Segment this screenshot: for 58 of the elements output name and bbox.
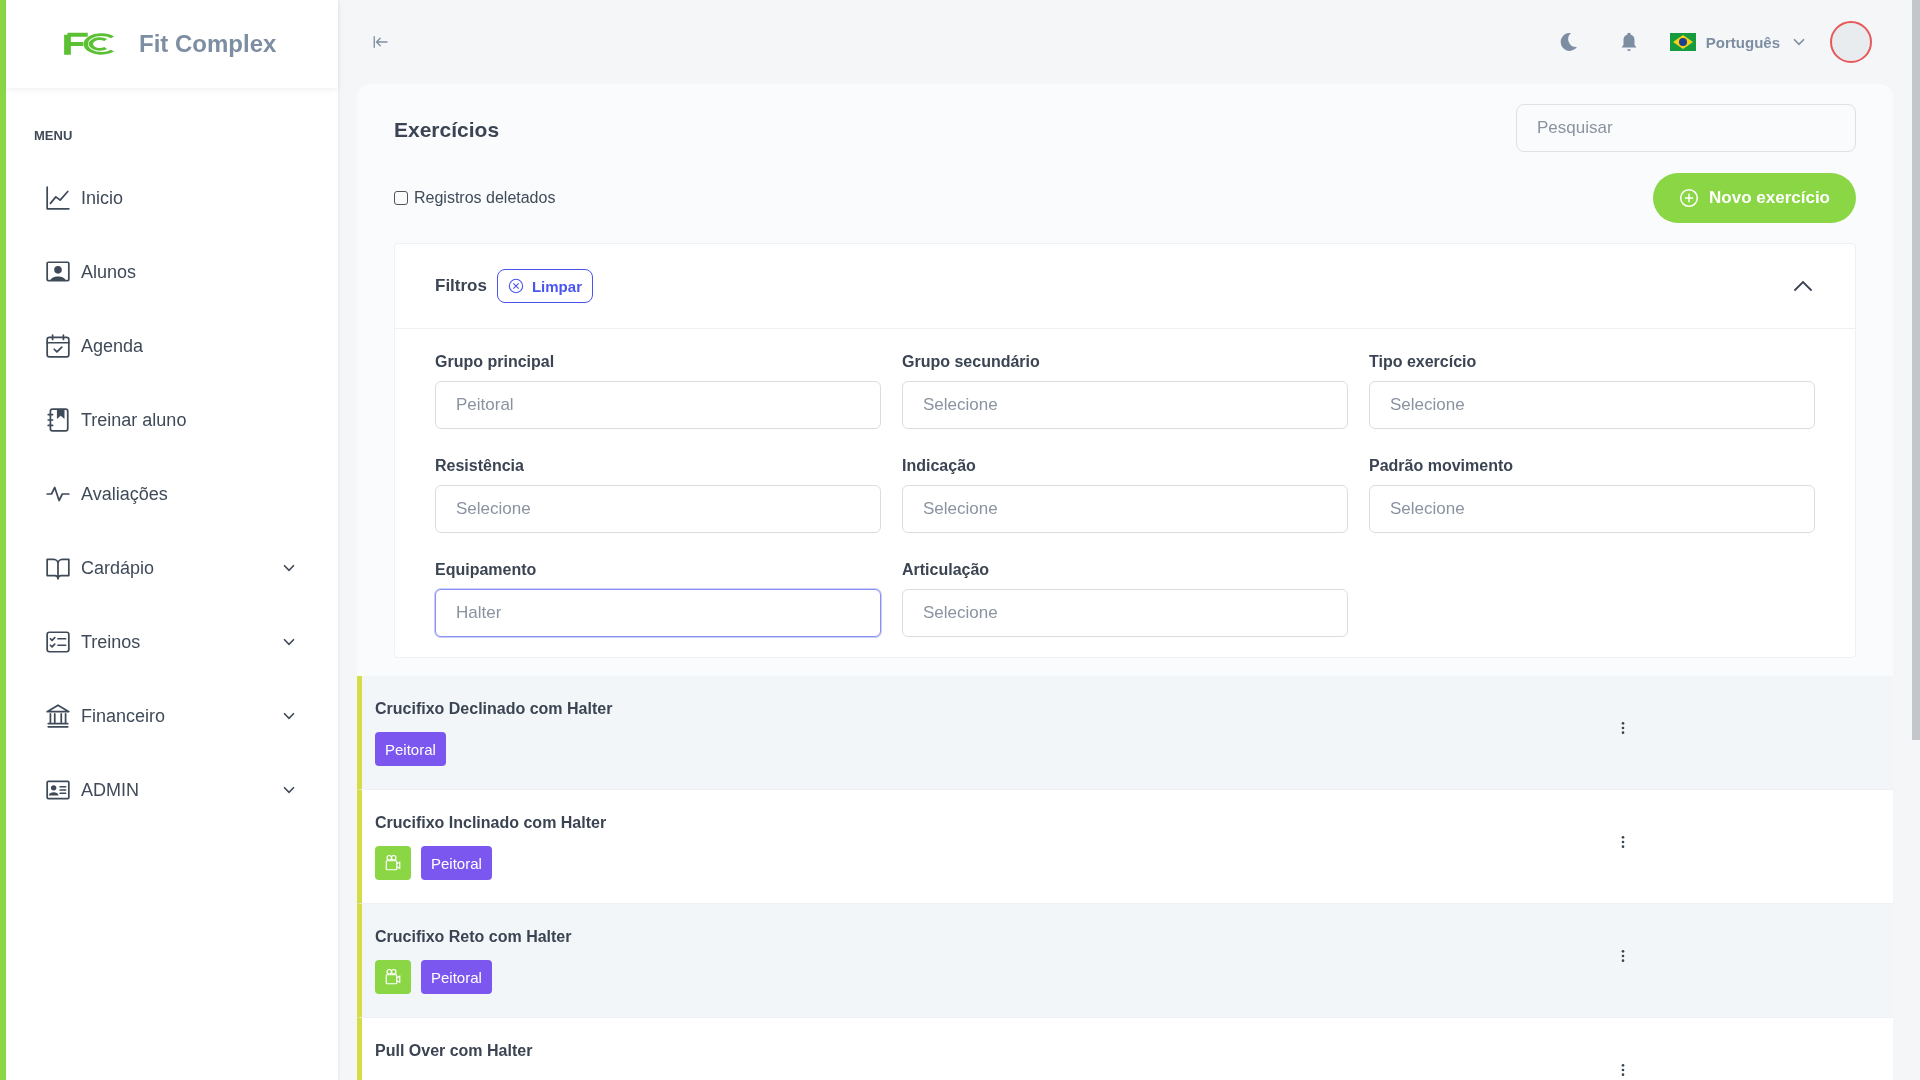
bank-building-icon [45,703,71,729]
exercise-row[interactable]: Crucifixo Reto com Halter Peitoral [357,904,1893,1018]
select-field[interactable]: Selecione [435,485,881,533]
scrollbar[interactable] [1912,0,1920,740]
menu-item[interactable]: Financeiro [81,705,280,727]
exercise-row[interactable]: Crucifixo Inclinado com Halter Peitoral [357,790,1893,904]
video-camera-icon [384,968,402,986]
menu-item[interactable]: Agenda [81,335,338,357]
muscle-tag: Peitoral [375,732,446,766]
checkbox[interactable] [394,191,408,205]
field-label: Articulação [902,561,991,579]
close-circle-icon [507,278,524,294]
muscle-tag: Peitoral [421,960,492,994]
clear-filters-button[interactable]: Limpar [496,269,593,303]
field-label: Grupo secundário [902,353,1041,371]
exercise-row[interactable]: Pull Over com Halter [357,1018,1893,1080]
menu-section-title: MENU [34,128,74,143]
filters-title: Filtros [435,276,487,296]
notebook-bookmark-icon [45,407,71,433]
field-label: Grupo principal [435,353,556,371]
field-label: Resistência [435,457,525,475]
plus-circle-icon [1679,188,1700,208]
flag-icon [1669,33,1696,51]
exercise-name: Pull Over com Halter [375,1042,534,1060]
menu-item[interactable]: Inicio [81,187,338,209]
person-card-icon [45,259,71,285]
select-field[interactable]: Selecione [902,589,1348,637]
menu-item[interactable]: ADMIN [81,779,280,801]
select-field[interactable]: Selecione [902,485,1348,533]
menu-item[interactable]: Alunos [81,261,338,283]
exercise-name: Crucifixo Declinado com Halter [375,700,614,718]
id-card-icon [45,777,71,803]
field-label: Indicação [902,457,977,475]
select-field[interactable]: Selecione [902,381,1348,429]
menu-item[interactable]: Treinar aluno [81,409,338,431]
checkbox-label: Registros deletados [414,189,556,207]
muscle-tag: Peitoral [421,846,492,880]
brand-name: Fit Complex [139,30,277,58]
field-label: Padrão movimento [1369,457,1515,475]
open-book-icon [45,555,71,581]
select-field[interactable]: Selecione [1369,485,1815,533]
field-label: Equipamento [435,561,538,579]
calendar-check-icon [45,333,71,359]
field-label: Tipo exercício [1369,353,1478,371]
select-field[interactable]: Selecione [1369,381,1815,429]
video-camera-icon [384,854,402,872]
page-title: Exercícios [394,118,500,142]
menu-item[interactable]: Treinos [81,631,280,653]
menu-item[interactable]: Avaliações [81,483,338,505]
collapse-sidebar-icon[interactable] [372,33,390,51]
chart-line-icon [45,185,71,211]
search-field[interactable]: Pesquisar [1516,104,1856,152]
exercise-name: Crucifixo Inclinado com Halter [375,814,608,832]
checklist-icon [45,629,71,655]
menu-item[interactable]: Cardápio [81,557,280,579]
user-avatar[interactable] [1830,21,1872,63]
exercise-name: Crucifixo Reto com Halter [375,928,573,946]
exercise-row[interactable]: Crucifixo Declinado com Halter Peitoral [357,676,1893,790]
